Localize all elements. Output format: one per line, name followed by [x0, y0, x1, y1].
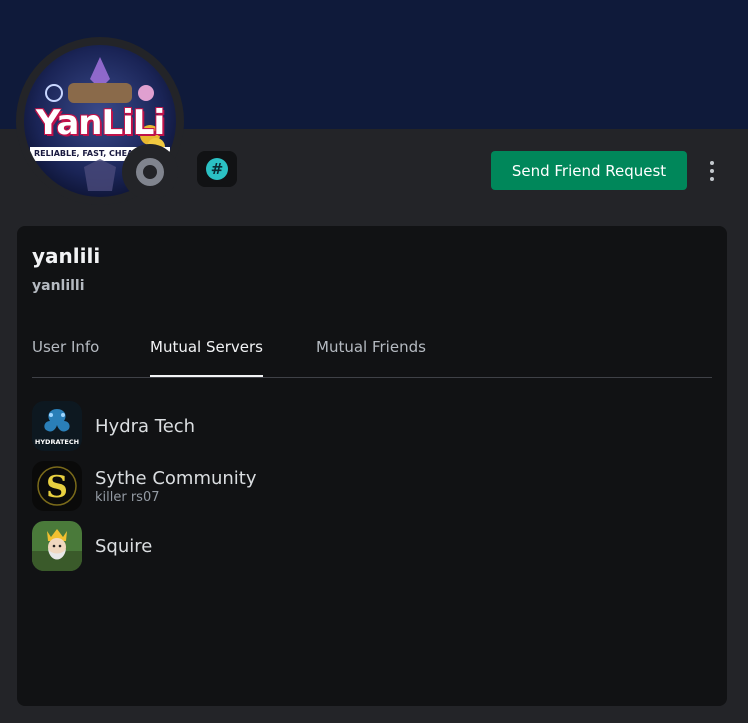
send-friend-request-button[interactable]: Send Friend Request — [491, 151, 687, 190]
server-name: Sythe Community — [95, 467, 257, 489]
user-profile-modal: YanLiLi RELIABLE, FAST, CHEAP # Send Fri… — [0, 0, 748, 723]
server-name: Squire — [95, 535, 153, 557]
display-name: yanlili — [32, 244, 101, 268]
profile-details-card: yanlili yanlilli User Info Mutual Server… — [17, 226, 727, 706]
squire-server-icon — [32, 521, 82, 571]
hydra-tech-server-icon: HYDRATECH — [32, 401, 82, 451]
sythe-icon-text: S — [46, 470, 68, 505]
sythe-server-icon: S — [32, 461, 82, 511]
status-indicator-frame — [122, 144, 178, 200]
profile-badge[interactable]: # — [197, 151, 237, 187]
avatar-logo-text: YanLiLi — [35, 103, 165, 143]
tab-mutual-friends[interactable]: Mutual Friends — [316, 316, 426, 377]
tab-user-info[interactable]: User Info — [32, 316, 99, 377]
server-nickname: killer rs07 — [95, 489, 160, 505]
hashtag-badge-icon: # — [206, 158, 228, 180]
list-item-sythe-community[interactable]: S Sythe Community killer rs07 — [32, 460, 712, 512]
tab-mutual-servers[interactable]: Mutual Servers — [150, 316, 263, 377]
server-name: Hydra Tech — [95, 415, 196, 437]
vertical-ellipsis-icon[interactable] — [700, 155, 724, 187]
username: yanlilli — [32, 278, 85, 294]
profile-tabs: User Info Mutual Servers Mutual Friends — [32, 316, 712, 378]
list-item-hydra-tech[interactable]: HYDRATECH Hydra Tech — [32, 400, 712, 452]
hydra-tech-icon-text: HYDRATECH — [35, 438, 79, 446]
offline-status-icon — [136, 158, 164, 186]
list-item-squire[interactable]: Squire — [32, 520, 712, 572]
